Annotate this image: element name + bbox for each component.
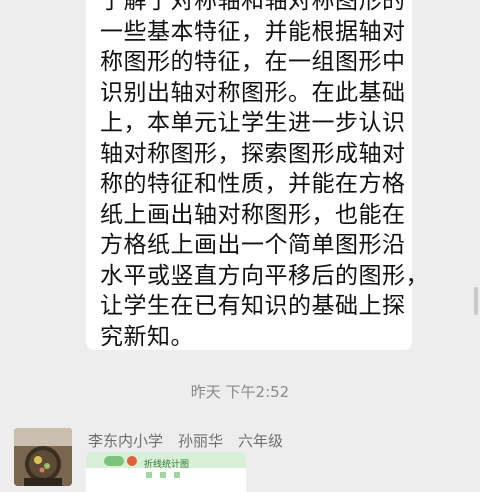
- message-text-line: 上，本单元让学生进一步认识: [100, 110, 406, 136]
- shared-card-preview[interactable]: 折线统计图: [86, 452, 246, 492]
- message-timestamp: 昨天 下午2:52: [190, 383, 290, 401]
- avatar[interactable]: [14, 428, 72, 486]
- message-text-line: 水平或竖直方向平移后的图形，: [100, 262, 429, 289]
- message-text-line: 究新知。: [100, 323, 194, 350]
- message-text-line: 称图形的特征，在一组图形中: [100, 49, 406, 75]
- message-bubble[interactable]: 了解了对称轴和轴对称图形的 一些基本特征，并能根据轴对 称图形的特征，在一组图形…: [86, 0, 429, 350]
- message-text-line: 称的特征和性质，并能在方格: [100, 171, 406, 197]
- avatar-image: [14, 428, 72, 486]
- card-title: 折线统计图: [144, 460, 190, 470]
- sender-name: 李东内小学 孙丽华 六年级: [88, 432, 284, 450]
- message-text-line: 纸上画出轴对称图形，也能在: [100, 201, 406, 228]
- message-text-line: 让学生在已有知识的基础上探: [100, 293, 406, 319]
- message-text-line: 了解了对称轴和轴对称图形的: [100, 0, 406, 14]
- scrollbar-thumb[interactable]: [474, 287, 478, 315]
- message-text-line: 轴对称图形，探索图形成轴对: [100, 140, 406, 167]
- message-text-line: 方格纸上画出一个简单图形沿: [100, 232, 406, 258]
- message-text-line: 一些基本特征，并能根据轴对: [100, 18, 406, 45]
- message-text-line: 识别出轴对称图形。在此基础: [100, 79, 406, 106]
